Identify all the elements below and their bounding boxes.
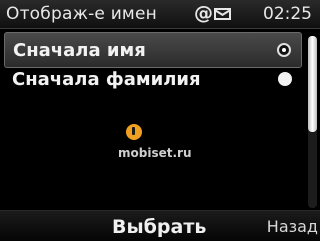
option-label: Сначала фамилия: [12, 69, 201, 90]
select-softkey[interactable]: Выбрать: [112, 215, 206, 239]
status-bar: Отображ-е имен @ 02:25: [0, 0, 320, 29]
watermark-text: mobiset.ru: [118, 146, 192, 160]
page-title: Отображ-е имен: [6, 4, 157, 24]
mail-icon: [214, 8, 231, 20]
music-note-logo-icon: [126, 124, 142, 140]
softkey-bar: Выбрать Назад: [0, 210, 320, 241]
back-softkey[interactable]: Назад: [267, 216, 318, 238]
watermark: mobiset.ru: [118, 120, 238, 170]
scrollbar-thumb[interactable]: [308, 36, 317, 132]
at-icon: @: [194, 2, 213, 24]
radio-unchecked-icon[interactable]: [278, 72, 292, 86]
option-label: Сначала имя: [13, 40, 146, 61]
radio-checked-icon[interactable]: [277, 43, 291, 57]
clock: 02:25: [263, 4, 312, 24]
option-last-name-first[interactable]: Сначала фамилия: [4, 62, 302, 98]
scrollbar[interactable]: [308, 36, 317, 208]
status-icons: @: [194, 2, 234, 24]
